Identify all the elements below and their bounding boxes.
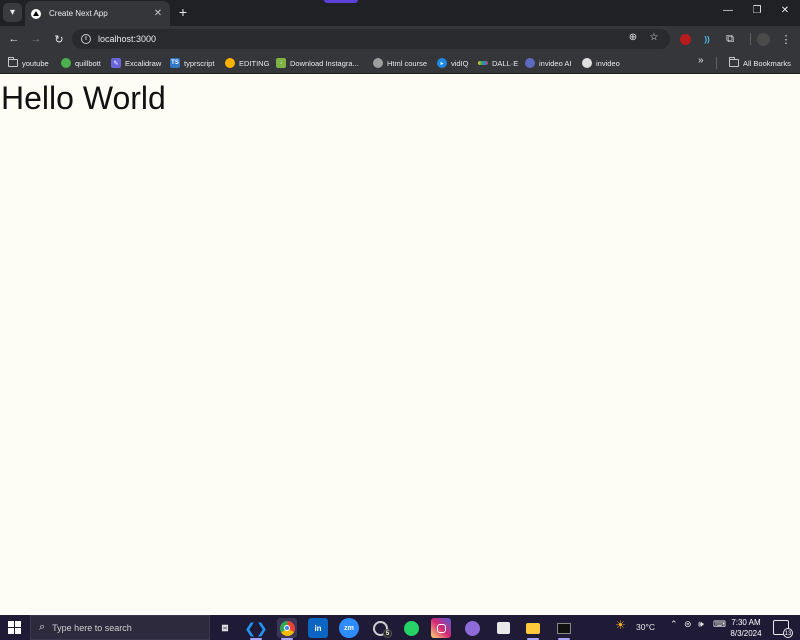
volume-icon[interactable]: 🕪 bbox=[698, 619, 704, 630]
typescript-icon: TS bbox=[170, 58, 180, 68]
reload-button[interactable]: ↻ bbox=[51, 31, 67, 47]
nextjs-logo-icon bbox=[31, 8, 41, 19]
whatsapp-desktop-icon[interactable]: 5 bbox=[370, 618, 392, 638]
folder-icon bbox=[8, 57, 18, 67]
clock-date: 8/3/2024 bbox=[730, 629, 762, 638]
bookmark-label: quillbott bbox=[75, 58, 101, 68]
bookmarks-overflow-icon[interactable]: » bbox=[698, 55, 704, 66]
taskbar: ⌕ Type here to search ⧈ ❮❯ in zm 5 ☀ 30°… bbox=[0, 615, 800, 640]
bookmarks-divider bbox=[716, 57, 717, 69]
instagram-icon[interactable] bbox=[431, 618, 451, 638]
zoom-app-icon[interactable]: zm bbox=[339, 618, 359, 638]
bookmark-vidiq[interactable]: ▸ vidIQ bbox=[437, 56, 469, 70]
file-explorer-icon[interactable] bbox=[523, 618, 543, 640]
profile-indicator bbox=[324, 0, 358, 3]
bookmarks-bar: youtube quillbott ✎ Excalidraw TS typrsc… bbox=[0, 52, 800, 74]
bookmark-star-icon[interactable]: ☆ bbox=[647, 32, 661, 43]
globe-icon bbox=[373, 58, 383, 68]
download-icon: ↓ bbox=[276, 58, 286, 68]
bookmark-invideo-ai[interactable]: invideo AI bbox=[525, 56, 572, 70]
weather-icon[interactable]: ☀ bbox=[615, 618, 626, 632]
dalle-icon bbox=[478, 61, 488, 65]
chevron-down-icon: ▾ bbox=[9, 7, 16, 18]
extensions-puzzle-icon[interactable]: ⧉ bbox=[723, 32, 737, 46]
microsoft-store-icon[interactable] bbox=[493, 618, 513, 638]
minimize-button[interactable]: — bbox=[718, 5, 738, 16]
bookmark-label: Download Instagra... bbox=[290, 58, 359, 68]
search-icon: ⌕ bbox=[39, 621, 46, 633]
close-window-button[interactable]: ✕ bbox=[775, 5, 795, 16]
vidiq-icon: ▸ bbox=[437, 58, 447, 68]
zoom-icon[interactable]: ⊕ bbox=[626, 32, 640, 43]
read-aloud-extension-icon[interactable]: )) bbox=[700, 32, 714, 46]
bookmark-label: typrscript bbox=[184, 58, 215, 68]
weather-temp[interactable]: 30°C bbox=[636, 622, 655, 632]
meet-now-icon[interactable]: ⊜ bbox=[684, 619, 692, 630]
vscode-icon[interactable]: ❮❯ bbox=[244, 618, 268, 640]
bookmark-label: Excalidraw bbox=[125, 58, 162, 68]
linkedin-icon[interactable]: in bbox=[308, 618, 328, 638]
task-view-icon[interactable]: ⧈ bbox=[215, 618, 235, 638]
toolbar-divider bbox=[743, 32, 757, 46]
bookmark-invideo[interactable]: invideo bbox=[582, 56, 620, 70]
back-button[interactable]: ← bbox=[6, 31, 22, 47]
bookmark-youtube[interactable]: youtube bbox=[8, 56, 49, 70]
folder-icon bbox=[729, 57, 739, 67]
reload-icon: ↻ bbox=[54, 33, 64, 46]
whatsapp-badge: 5 bbox=[383, 629, 392, 638]
taskbar-search-box[interactable]: ⌕ Type here to search bbox=[30, 615, 210, 640]
bookmark-label: invideo bbox=[596, 58, 620, 68]
clock-time: 7:30 AM bbox=[731, 618, 761, 627]
bookmark-editing[interactable]: EDITING bbox=[225, 56, 269, 70]
invideo-ai-icon bbox=[525, 58, 535, 68]
excalidraw-icon: ✎ bbox=[111, 58, 121, 68]
url-text: localhost:3000 bbox=[98, 34, 157, 44]
close-icon[interactable]: ✕ bbox=[152, 8, 164, 19]
bookmark-label: youtube bbox=[22, 58, 49, 68]
windows-start-icon[interactable] bbox=[8, 621, 21, 634]
bookmark-excalidraw[interactable]: ✎ Excalidraw bbox=[111, 56, 161, 70]
tab-title: Create Next App bbox=[49, 9, 108, 18]
bookmark-quillbott[interactable]: quillbott bbox=[61, 56, 101, 70]
editing-icon bbox=[225, 58, 235, 68]
all-bookmarks-label: All Bookmarks bbox=[743, 58, 791, 68]
whatsapp-icon[interactable] bbox=[401, 618, 421, 638]
bookmark-label: vidIQ bbox=[451, 58, 469, 68]
bookmark-label: EDITING bbox=[239, 58, 270, 68]
all-bookmarks[interactable]: All Bookmarks bbox=[729, 56, 791, 70]
system-clock[interactable]: 7:30 AM 8/3/2024 bbox=[724, 617, 768, 639]
invideo-icon bbox=[582, 58, 592, 68]
bookmark-dalle[interactable]: DALL·E bbox=[478, 56, 518, 70]
chrome-icon[interactable] bbox=[277, 618, 297, 640]
profile-avatar-icon[interactable] bbox=[756, 32, 770, 46]
address-bar[interactable]: i localhost:3000 ⊕ ☆ bbox=[72, 29, 670, 49]
notification-count: 13 bbox=[783, 628, 793, 638]
arrow-right-icon: → bbox=[30, 33, 42, 45]
bookmark-typrscript[interactable]: TS typrscript bbox=[170, 56, 214, 70]
restore-button[interactable]: ❐ bbox=[747, 5, 767, 16]
bookmark-download-instagram[interactable]: ↓ Download Instagra... bbox=[276, 56, 359, 70]
forward-button[interactable]: → bbox=[28, 31, 44, 47]
site-info-icon[interactable]: i bbox=[81, 34, 91, 44]
taskbar-search-placeholder: Type here to search bbox=[52, 622, 132, 633]
ublock-extension-icon[interactable] bbox=[678, 32, 692, 46]
tab-search-button[interactable]: ▾ bbox=[3, 3, 22, 22]
bookmark-label: invideo AI bbox=[539, 58, 572, 68]
browser-toolbar: ← → ↻ i localhost:3000 ⊕ ☆ )) ⧉ ⋮ bbox=[0, 26, 800, 52]
bookmark-label: DALL·E bbox=[492, 58, 519, 68]
tab-strip: ▾ Create Next App ✕ + — ❐ ✕ bbox=[0, 0, 800, 26]
notification-center-icon[interactable]: 13 bbox=[773, 620, 793, 638]
bookmark-label: Html course bbox=[387, 58, 428, 68]
new-tab-button[interactable]: + bbox=[175, 4, 191, 20]
browser-tab[interactable]: Create Next App ✕ bbox=[25, 1, 170, 26]
arrow-left-icon: ← bbox=[8, 33, 20, 45]
chevron-up-icon[interactable]: ⌃ bbox=[670, 619, 678, 630]
quillbot-icon bbox=[61, 58, 71, 68]
terminal-icon[interactable] bbox=[554, 618, 574, 640]
menu-kebab-icon[interactable]: ⋮ bbox=[779, 32, 793, 46]
bookmark-html-course[interactable]: Html course bbox=[373, 56, 427, 70]
page-heading: Hello World bbox=[1, 80, 166, 116]
page-viewport: Hello World bbox=[0, 75, 800, 615]
github-icon[interactable] bbox=[462, 618, 482, 638]
